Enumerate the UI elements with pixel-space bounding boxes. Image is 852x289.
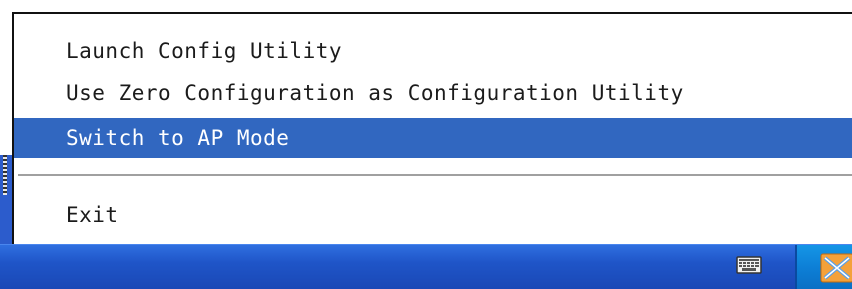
taskbar: [0, 244, 852, 289]
menu-item-launch-config-utility[interactable]: Launch Config Utility: [14, 31, 852, 71]
menu-item-exit[interactable]: Exit: [14, 195, 852, 235]
keyboard-icon[interactable]: [736, 255, 762, 275]
desktop-screen: Launch Config Utility Use Zero Configura…: [0, 0, 852, 289]
menu-item-use-zero-configuration[interactable]: Use Zero Configuration as Configuration …: [14, 73, 852, 113]
wireless-utility-icon[interactable]: [819, 252, 852, 284]
system-tray: [795, 245, 852, 289]
context-menu: Launch Config Utility Use Zero Configura…: [12, 12, 852, 244]
menu-separator: [18, 174, 852, 178]
window-edge-grip: [3, 155, 7, 195]
menu-item-switch-to-ap-mode[interactable]: Switch to AP Mode: [14, 118, 852, 158]
